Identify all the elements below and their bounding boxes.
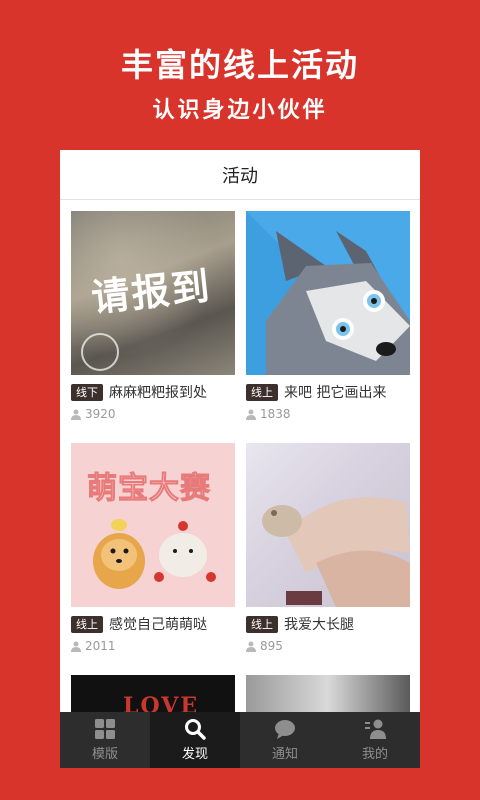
promo-title: 丰富的线上活动: [120, 46, 359, 84]
person-icon: [246, 409, 256, 420]
activity-tag: 线上: [71, 615, 103, 633]
page-header: 活动: [60, 150, 420, 200]
legs-kitten-photo: [262, 497, 410, 607]
tab-label: 模版: [91, 747, 118, 762]
tab-label: 我的: [361, 747, 388, 762]
grid-icon: [95, 719, 115, 739]
activity-card[interactable]: 萌宝大赛 线上 感觉自己萌萌哒 2011: [71, 443, 235, 653]
participant-count: 2011: [85, 639, 116, 653]
activity-grid: 请报到 线下 麻麻粑粑报到处 3920 线上 来吧 把它画出来 1838 萌宝大…: [60, 200, 420, 768]
participant-count: 3920: [85, 407, 116, 421]
activity-thumbnail: 请报到: [71, 211, 235, 375]
activity-title: 我爱大长腿: [284, 617, 354, 633]
activity-tag: 线上: [246, 383, 278, 401]
activity-card[interactable]: 线上 我爱大长腿 895: [246, 443, 410, 653]
activity-title: 感觉自己萌萌哒: [109, 617, 207, 633]
person-icon: [71, 409, 81, 420]
tab-templates[interactable]: 模版: [60, 712, 150, 768]
activity-thumbnail: [246, 211, 410, 375]
activity-thumbnail: [246, 443, 410, 607]
chat-icon: [275, 720, 295, 739]
activity-title: 麻麻粑粑报到处: [109, 385, 207, 401]
tab-profile[interactable]: 我的: [330, 712, 420, 768]
activity-thumbnail: 萌宝大赛: [71, 443, 235, 607]
activity-tag: 线下: [71, 383, 103, 401]
tab-label: 通知: [271, 747, 298, 762]
tab-label: 发现: [181, 747, 208, 762]
search-icon: [185, 719, 206, 740]
person-icon: [246, 641, 256, 652]
activity-card[interactable]: 线上 来吧 把它画出来 1838: [246, 211, 410, 421]
activity-card[interactable]: 请报到 线下 麻麻粑粑报到处 3920: [71, 211, 235, 421]
tab-notifications[interactable]: 通知: [240, 712, 330, 768]
phone-screen: 活动 请报到 线下 麻麻粑粑报到处 3920 线上 来吧 把它画出来 1838 …: [60, 150, 420, 768]
husky-illustration: [246, 211, 410, 375]
promo-subtitle: 认识身边小伙伴: [152, 98, 328, 123]
participant-count: 895: [260, 639, 283, 653]
bottom-tab-bar: 模版 发现 通知 我的: [60, 712, 420, 768]
person-icon: [71, 641, 81, 652]
activity-title: 来吧 把它画出来: [284, 385, 387, 401]
activity-tag: 线上: [246, 615, 278, 633]
participant-count: 1838: [260, 407, 291, 421]
profile-icon: [365, 719, 386, 739]
puppies-illustration: [93, 519, 216, 589]
page-title: 活动: [222, 165, 258, 187]
tab-discover[interactable]: 发现: [150, 712, 240, 768]
